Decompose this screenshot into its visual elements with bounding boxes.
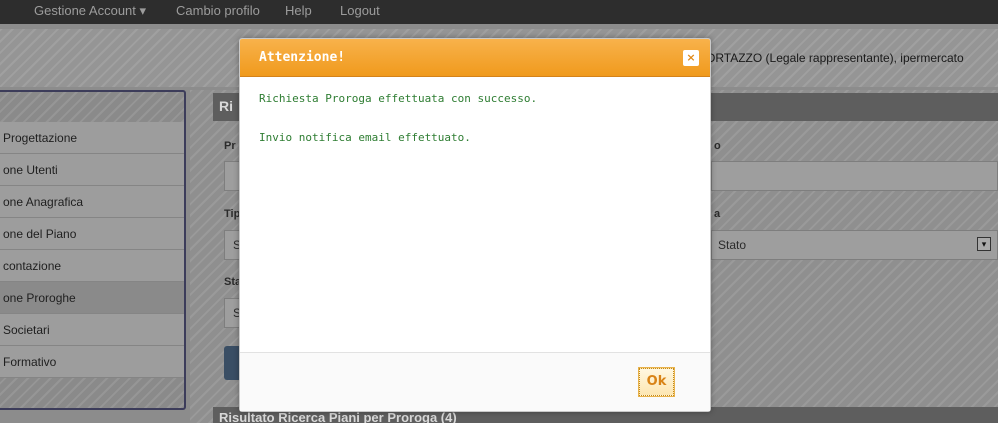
- right-field-1[interactable]: [711, 161, 998, 191]
- field-label-right-2: a: [714, 208, 721, 220]
- sidebar-item-formativo[interactable]: Formativo: [0, 346, 184, 378]
- sidebar-item-anagrafica[interactable]: one Anagrafica: [0, 186, 184, 218]
- top-navigation: Gestione Account ▾ Cambio profilo Help L…: [0, 0, 998, 24]
- sidebar-header: [0, 92, 184, 122]
- alert-dialog-header: Attenzione! ×: [240, 39, 710, 77]
- sidebar-item-proroghe[interactable]: one Proroghe: [0, 282, 184, 314]
- nav-gestione-account[interactable]: Gestione Account ▾: [34, 3, 146, 19]
- sidebar-item-societari[interactable]: Societari: [0, 314, 184, 346]
- email-notification-message: Invio notifica email effettuato.: [259, 131, 471, 144]
- chevron-down-icon: ▾: [139, 3, 147, 18]
- success-message: Richiesta Proroga effettuata con success…: [259, 92, 538, 105]
- field-label-1: Pr: [224, 140, 236, 152]
- nav-logout[interactable]: Logout: [340, 3, 380, 18]
- stato-select-value: Stato: [718, 238, 747, 252]
- sidebar-item-piano[interactable]: one del Piano: [0, 218, 184, 250]
- close-icon[interactable]: ×: [683, 50, 699, 66]
- alert-dialog-title: Attenzione!: [259, 50, 346, 65]
- search-section-title: Ri: [219, 98, 233, 114]
- stato-select[interactable]: Stato ▾: [711, 230, 998, 260]
- field-label-right-1: o: [714, 140, 721, 152]
- field-label-2: Tip: [224, 208, 241, 220]
- sidebar: Progettazione one Utenti one Anagrafica …: [0, 90, 186, 410]
- alert-dialog: Attenzione! × Richiesta Proroga effettua…: [239, 38, 711, 412]
- nav-gestione-account-label: Gestione Account: [34, 3, 136, 18]
- sidebar-item-progettazione[interactable]: Progettazione: [0, 122, 184, 154]
- nav-cambio-profilo[interactable]: Cambio profilo: [176, 3, 260, 18]
- nav-help[interactable]: Help: [285, 3, 312, 18]
- user-info-text: ORTAZZO (Legale rappresentante), ipermer…: [706, 51, 964, 65]
- alert-dialog-footer: Ok: [240, 352, 710, 411]
- chevron-down-icon: ▾: [977, 237, 991, 251]
- sidebar-item-utenti[interactable]: one Utenti: [0, 154, 184, 186]
- sidebar-item-rendicontazione[interactable]: contazione: [0, 250, 184, 282]
- ok-button[interactable]: Ok: [638, 367, 675, 397]
